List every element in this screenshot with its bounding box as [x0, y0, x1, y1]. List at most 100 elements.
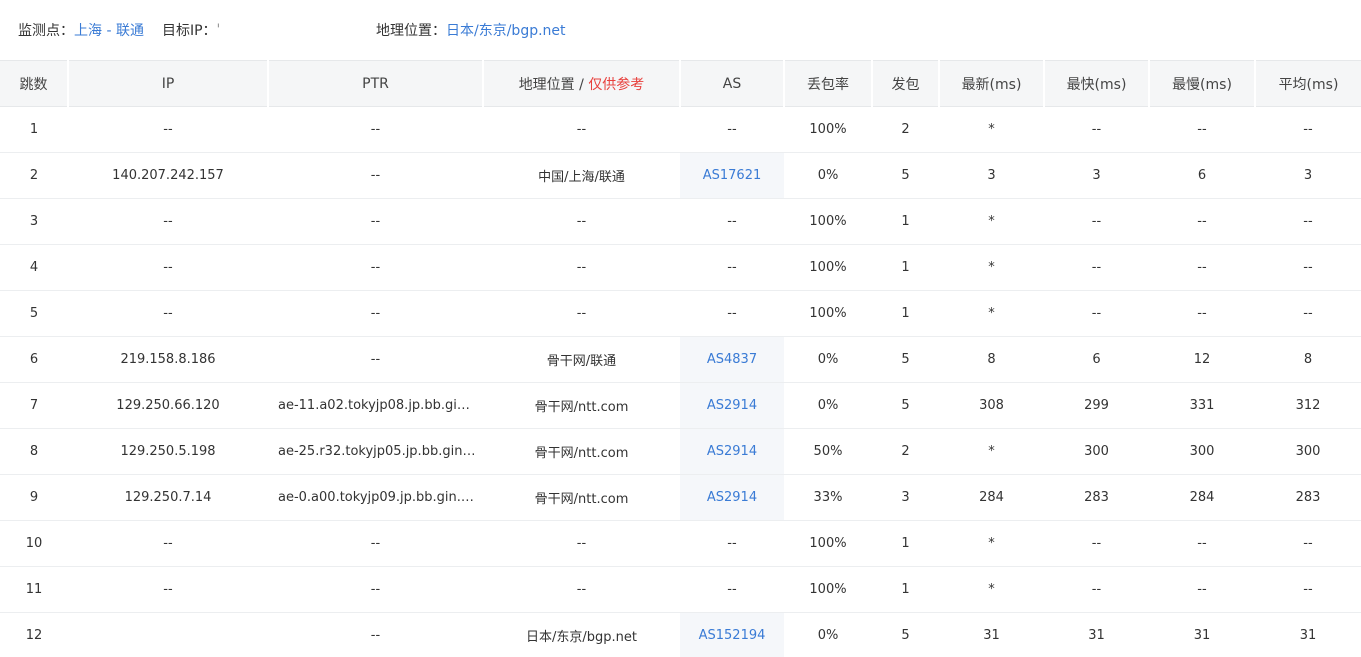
col-header-last: 最新(ms) [939, 60, 1045, 107]
cell-best: -- [1044, 244, 1149, 291]
cell-worst: 31 [1193, 628, 1211, 644]
cell-hop: 6 [0, 336, 68, 383]
col-header-best: 最快(ms) [1044, 60, 1150, 107]
cell-avg: 283 [1255, 474, 1361, 521]
cell-worst: -- [1149, 106, 1255, 153]
cell-last: 284 [939, 474, 1044, 521]
cell-best: -- [1044, 520, 1149, 567]
cell-geo: 日本/东京/bgp.net [526, 630, 637, 646]
table-row: 1 -- -- -- -- 100% 2 * -- -- -- [0, 106, 1361, 153]
cell-loss: 50% [784, 428, 872, 475]
cell-hop: 2 [0, 152, 68, 199]
cell-best: 3 [1044, 152, 1149, 199]
cell-avg: 312 [1255, 382, 1361, 429]
table-row: 4 -- -- -- -- 100% 1 * -- -- -- [0, 244, 1361, 291]
cell-geo: -- [483, 198, 680, 245]
cell-best: -- [1044, 198, 1149, 245]
table-row: 6 219.158.8.186 -- 骨干网/联通 AS4837 0% 5 8 6 12 8 [0, 336, 1361, 383]
cell-worst: 284 [1149, 474, 1255, 521]
cell-geo: 中国/上海/联通 [483, 152, 680, 199]
cell-last: * [939, 106, 1044, 153]
cell-ip: 129.250.5.198 [68, 428, 268, 475]
cell-loss: 0% [784, 336, 872, 383]
cell-as: -- [680, 520, 784, 567]
cell-loss: 33% [784, 474, 872, 521]
table-header-row: 跳数 IP PTR 地理位置 / 仅供参考 AS 丢包率 发包 最新(ms) 最… [0, 60, 1361, 107]
cell-as[interactable]: AS4837 [680, 336, 784, 383]
table-row: 9 129.250.7.14 ae-0.a00.tokyjp09.jp.bb.gin… [0, 474, 1361, 521]
col-header-ptr: PTR [268, 60, 484, 107]
col-header-geo: 地理位置 / 仅供参考 [483, 60, 681, 107]
cell-sent: 2 [872, 106, 939, 153]
cell-sent: 1 [872, 566, 939, 613]
cell-loss: 100% [784, 244, 872, 291]
cell-loss: 100% [784, 106, 872, 153]
cell-ip: -- [68, 290, 268, 337]
cell-hop: 5 [0, 290, 68, 337]
cell-ptr: -- [268, 290, 483, 337]
table-row: 12 -- 日本/东京/bgp.net AS152194 0% 5 31 31 31 31 [0, 612, 1361, 657]
cell-best: 6 [1044, 336, 1149, 383]
cell-avg: -- [1255, 106, 1361, 153]
cell-last: * [939, 520, 1044, 567]
cell-worst: -- [1149, 290, 1255, 337]
cell-worst: 300 [1149, 428, 1255, 475]
cell-best: -- [1044, 566, 1149, 613]
cell-ip: 129.250.66.120 [68, 382, 268, 429]
geo-location-link[interactable]: 日本/东京/bgp.net [446, 20, 566, 40]
cell-geo: -- [483, 566, 680, 613]
cell-hop: 9 [0, 474, 68, 521]
cell-best: -- [1044, 106, 1149, 153]
cell-as[interactable]: AS2914 [680, 428, 784, 475]
col-header-ip: IP [68, 60, 269, 107]
cell-geo: 骨干网/ntt.com [483, 428, 680, 475]
cell-ptr: ae-25.r32.tokyjp05.jp.bb.gin.ntt.net [268, 428, 483, 475]
table-row: 2 140.207.242.157 -- 中国/上海/联通 AS17621 0% 5 3 3 6 3 [0, 152, 1361, 199]
cell-avg: -- [1255, 290, 1361, 337]
cell-sent: 1 [872, 244, 939, 291]
cell-hop: 12 [25, 628, 43, 644]
cell-as[interactable]: AS152194 [680, 612, 784, 657]
cell-best: 300 [1044, 428, 1149, 475]
cell-as: -- [680, 566, 784, 613]
cell-loss: 100% [784, 198, 872, 245]
col-header-avg: 平均(ms) [1255, 60, 1361, 107]
cell-sent: 5 [872, 336, 939, 383]
monitor-point-link[interactable]: 上海 - 联通 [74, 20, 144, 40]
cell-best: 299 [1044, 382, 1149, 429]
cell-last: 308 [939, 382, 1044, 429]
traceroute-table: 跳数 IP PTR 地理位置 / 仅供参考 AS 丢包率 发包 最新(ms) 最… [0, 60, 1361, 657]
cell-last: * [939, 290, 1044, 337]
cell-hop: 10 [0, 520, 68, 567]
cell-avg: -- [1255, 198, 1361, 245]
cell-as[interactable]: AS17621 [680, 152, 784, 199]
cell-hop: 8 [0, 428, 68, 475]
cell-sent: 3 [872, 474, 939, 521]
cell-last: * [939, 198, 1044, 245]
cell-geo: 骨干网/ntt.com [483, 382, 680, 429]
cell-loss: 100% [784, 290, 872, 337]
cell-sent: 1 [872, 290, 939, 337]
table-row: 8 129.250.5.198 ae-25.r32.tokyjp05.jp.bb.g… [0, 428, 1361, 475]
cell-avg: -- [1255, 566, 1361, 613]
geo-location-label: 地理位置： [376, 23, 446, 39]
cell-ptr: -- [268, 106, 483, 153]
cell-ip: -- [68, 566, 268, 613]
table-row: 7 129.250.66.120 ae-11.a02.tokyjp08.jp.bb.… [0, 382, 1361, 429]
cell-as[interactable]: AS2914 [680, 474, 784, 521]
cell-ip: 129.250.7.14 [68, 474, 268, 521]
cell-ip: -- [68, 520, 268, 567]
cell-as[interactable]: AS2914 [680, 382, 784, 429]
col-header-hop: 跳数 [0, 60, 69, 107]
cell-ip [68, 613, 268, 657]
cell-last: * [939, 428, 1044, 475]
cell-sent: 2 [872, 428, 939, 475]
col-header-geo-label: 地理位置 / [518, 76, 589, 93]
cell-best: 283 [1044, 474, 1149, 521]
cell-sent: 5 [901, 628, 910, 644]
cell-avg: 3 [1255, 152, 1361, 199]
cell-ptr: -- [268, 566, 483, 613]
col-header-geo-note: 仅供参考 [588, 76, 645, 93]
cell-ptr: ae-11.a02.tokyjp08.jp.bb.gin.ntt.net [268, 382, 483, 429]
cell-hop: 1 [0, 106, 68, 153]
